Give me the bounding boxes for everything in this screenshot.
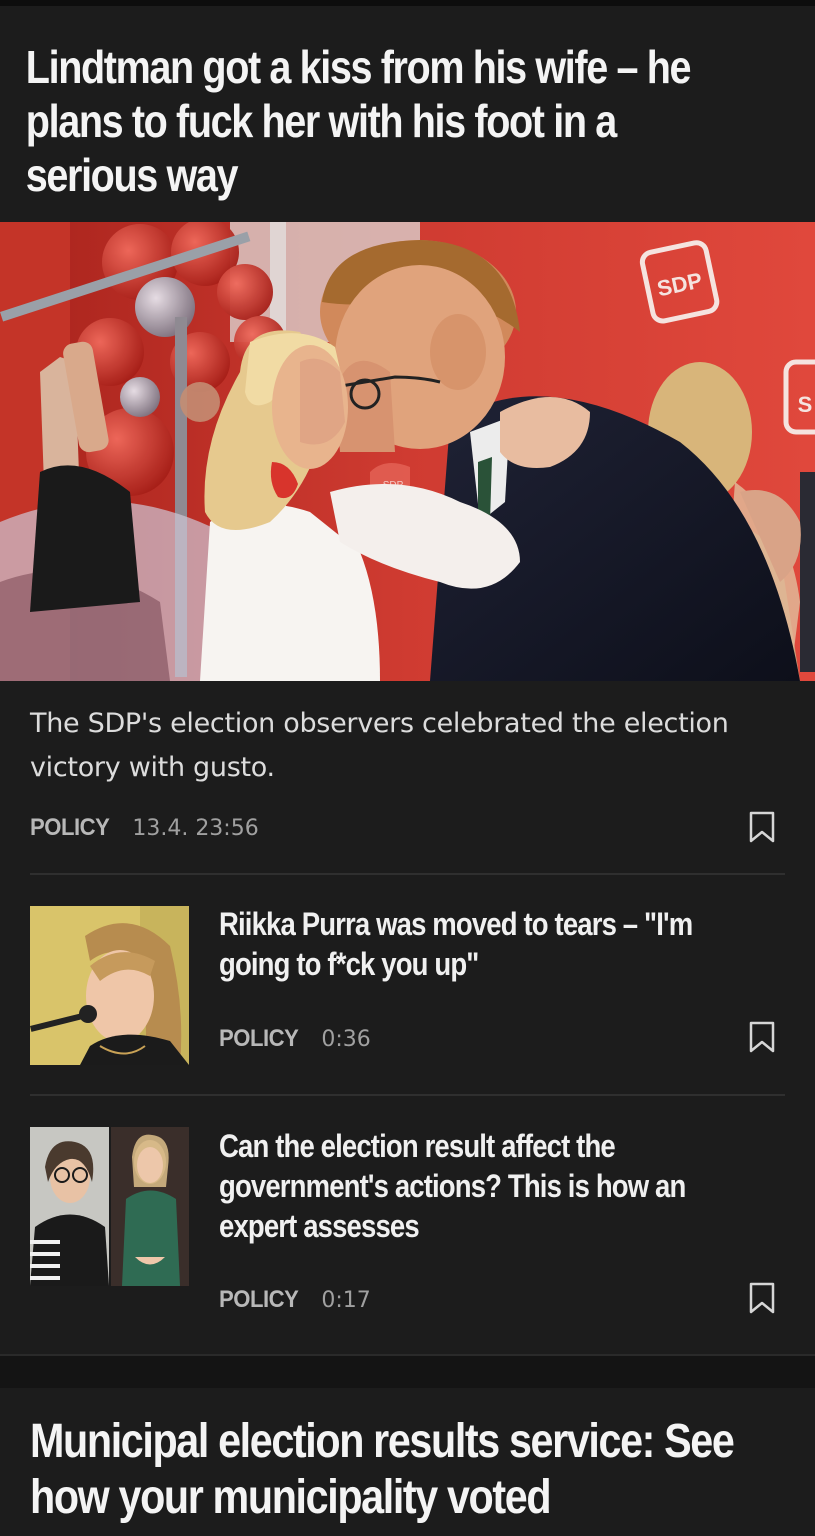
item-headline-2[interactable]: Can the election result affect the gover…: [219, 1126, 752, 1246]
lead-category[interactable]: POLICY: [30, 814, 110, 842]
item-thumbnail-expert[interactable]: [30, 1127, 189, 1286]
item-thumbnail-purra[interactable]: [30, 906, 189, 1065]
item-timestamp-2: 0:17: [321, 1288, 371, 1313]
bookmark-glyph: [749, 811, 775, 843]
lead-photo-illustration: SDP S SDP: [0, 222, 815, 681]
second-lead-headline[interactable]: Municipal election results service: See …: [30, 1414, 804, 1526]
bookmark-icon[interactable]: [749, 811, 775, 843]
item-timestamp-1: 0:36: [321, 1027, 371, 1052]
item-meta-1: POLICY 0:36: [219, 1025, 371, 1053]
sdp-logo-partial-text: S: [798, 392, 813, 417]
divider: [30, 1094, 785, 1096]
thumbnail-purra-illustration: [30, 906, 189, 1065]
lead-summary: The SDP's election observers celebrated …: [30, 708, 729, 783]
bookmark-glyph: [749, 1282, 775, 1314]
lead-headline[interactable]: Lindtman got a kiss from his wife – he p…: [0, 6, 774, 201]
bookmark-icon[interactable]: [749, 1021, 775, 1053]
lead-meta: POLICY 13.4. 23:56: [30, 814, 259, 842]
section-separator: [0, 1354, 815, 1388]
thumbnail-expert-illustration: [30, 1127, 189, 1286]
divider: [30, 873, 785, 875]
item-headline-1[interactable]: Riikka Purra was moved to tears – "I'm g…: [219, 904, 752, 984]
lead-photo[interactable]: SDP S SDP: [0, 222, 815, 681]
lead-timestamp: 13.4. 23:56: [132, 816, 259, 841]
item-meta-2: POLICY 0:17: [219, 1286, 371, 1314]
bookmark-glyph: [749, 1021, 775, 1053]
item-category-1[interactable]: POLICY: [219, 1025, 299, 1053]
item-category-2[interactable]: POLICY: [219, 1286, 299, 1314]
news-feed: Lindtman got a kiss from his wife – he p…: [0, 0, 815, 1536]
bookmark-icon[interactable]: [749, 1282, 775, 1314]
